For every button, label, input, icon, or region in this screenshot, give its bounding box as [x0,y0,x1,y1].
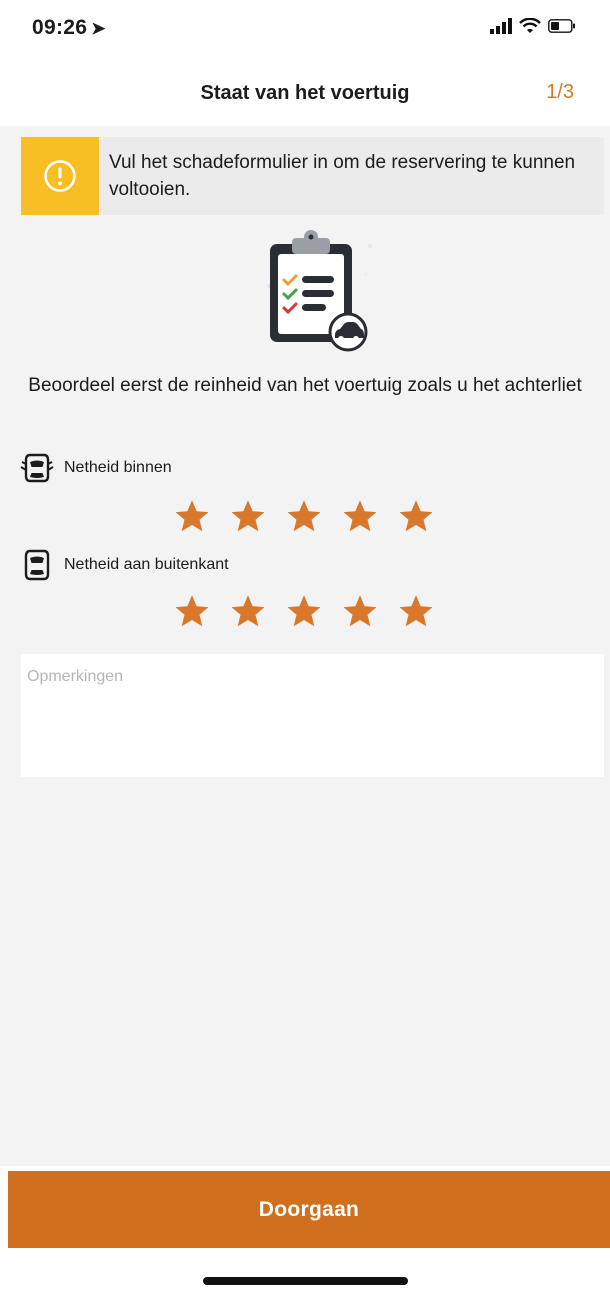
status-time-text: 09:26 [32,16,88,39]
star-rating-exterior[interactable] [174,593,434,629]
continue-button[interactable]: Doorgaan [8,1171,610,1248]
page-title: Staat van het voertuig [200,82,410,104]
star-icon[interactable] [398,593,434,629]
star-rating-interior[interactable] [174,498,434,534]
main-content: Vul het schadeformulier in om de reserve… [0,126,610,1166]
status-icons [490,18,576,34]
banner-icon-box [21,137,99,215]
home-indicator [203,1277,408,1285]
remarks-field[interactable] [21,654,604,777]
star-icon[interactable] [286,593,322,629]
cellular-signal-icon [490,18,512,34]
rating-row-interior: Netheid binnen [20,451,172,485]
status-time: 09:26 ➤ [32,16,106,40]
star-icon[interactable] [230,498,266,534]
info-banner: Vul het schadeformulier in om de reserve… [21,137,604,215]
star-icon[interactable] [174,593,210,629]
rating-label-interior: Netheid binnen [64,459,172,476]
clipboard-checklist-car-icon [268,230,372,352]
car-exterior-icon [24,549,50,581]
location-arrow-icon: ➤ [91,19,106,38]
battery-icon [548,19,575,33]
warning-circle-icon [44,160,76,192]
star-icon[interactable] [230,593,266,629]
star-icon[interactable] [174,498,210,534]
rating-label-exterior: Netheid aan buitenkant [64,556,229,573]
rating-row-exterior: Netheid aan buitenkant [20,548,229,582]
star-icon[interactable] [286,498,322,534]
star-icon[interactable] [398,498,434,534]
navigation-bar: Staat van het voertuig 1/3 [0,60,610,126]
star-icon[interactable] [342,498,378,534]
car-interior-icon [20,453,54,483]
wifi-icon [519,18,541,33]
status-bar: 09:26 ➤ [0,0,610,60]
star-icon[interactable] [342,593,378,629]
instruction-text: Beoordeel eerst de reinheid van het voer… [28,375,582,396]
banner-text: Vul het schadeformulier in om de reserve… [109,152,576,200]
step-indicator: 1/3 [546,81,574,103]
